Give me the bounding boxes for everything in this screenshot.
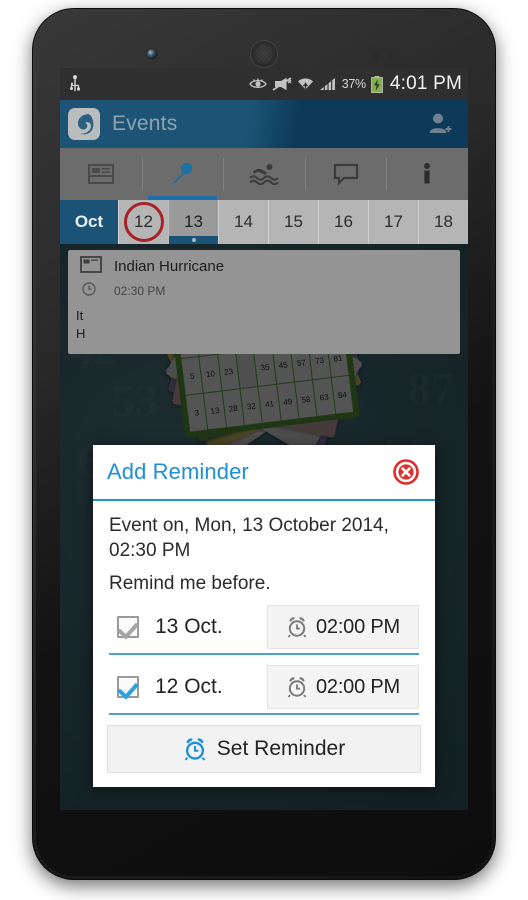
status-icons-group: 37% 4:01 PM xyxy=(248,73,462,95)
phone-screen: 37% 4:01 PM Events Oct 12 13 14 15 16 17… xyxy=(60,68,468,810)
reminder-row-12-oct: 12 Oct. 02:00 PM xyxy=(109,661,419,715)
usb-icon xyxy=(69,75,80,92)
alarm-clock-icon xyxy=(287,677,307,698)
date-cell-label: 15 xyxy=(284,212,303,231)
remind-before-label: Remind me before. xyxy=(109,573,271,594)
date-cell-14[interactable]: 14 xyxy=(218,200,268,244)
date-cell-label: 13 xyxy=(184,212,203,231)
date-strip-month: Oct xyxy=(74,212,104,231)
app-title: Events xyxy=(112,112,178,135)
event-datetime-text: Event on, Mon, 13 October 2014, 02:30 PM xyxy=(109,515,389,561)
date-cell-15[interactable]: 15 xyxy=(268,200,318,244)
date-cell-16[interactable]: 16 xyxy=(318,200,368,244)
alarm-clock-icon xyxy=(184,738,205,761)
proximity-sensor-icon xyxy=(372,53,379,60)
tab-chat[interactable] xyxy=(304,148,387,200)
app-bar: Events xyxy=(60,100,468,148)
tab-microphone[interactable] xyxy=(141,148,224,200)
reminder-time-label: 02:00 PM xyxy=(315,615,400,638)
reminder-date-label: 13 Oct. xyxy=(155,615,223,638)
reminder-time-button-13-oct[interactable]: 02:00 PM xyxy=(267,605,419,649)
date-cell-label: 18 xyxy=(434,212,453,231)
reminder-date-label: 12 Oct. xyxy=(155,675,223,698)
content-area: 43 42 53 62 63 77 76 87 86 4 11 27 xyxy=(60,244,468,810)
date-cell-12[interactable]: 12 xyxy=(118,200,168,244)
vibrate-muted-icon xyxy=(272,77,292,91)
dialog-title: Add Reminder xyxy=(107,459,249,484)
info-icon xyxy=(424,163,431,184)
set-reminder-label: Set Reminder xyxy=(216,737,346,760)
eye-icon xyxy=(248,78,267,89)
add-person-icon[interactable] xyxy=(420,104,460,144)
tab-bar xyxy=(60,148,468,200)
tab-swimming[interactable] xyxy=(223,148,305,200)
status-bar: 37% 4:01 PM xyxy=(60,68,468,100)
app-logo-swirl-icon xyxy=(68,108,100,140)
date-cell-17[interactable]: 17 xyxy=(368,200,418,244)
dialog-header: Add Reminder xyxy=(93,445,435,501)
close-circle-icon[interactable] xyxy=(391,457,421,487)
swimmer-icon xyxy=(249,164,279,186)
front-camera-icon xyxy=(147,49,157,59)
reminder-time-button-12-oct[interactable]: 02:00 PM xyxy=(267,665,419,709)
status-clock: 4:01 PM xyxy=(389,73,462,94)
tab-news[interactable] xyxy=(60,148,142,200)
set-reminder-button[interactable]: Set Reminder xyxy=(107,725,421,773)
alarm-clock-icon xyxy=(287,617,307,638)
dialog-body: Event on, Mon, 13 October 2014, 02:30 PM… xyxy=(93,501,435,715)
wifi-icon xyxy=(297,78,313,92)
microphone-icon xyxy=(172,162,193,185)
earpiece-speaker-icon xyxy=(250,40,278,68)
signal-bars-icon xyxy=(319,78,335,90)
date-strip: Oct 12 13 14 15 16 17 18 xyxy=(60,200,468,244)
add-reminder-dialog: Add Reminder Event on, Mon, 13 October 2… xyxy=(93,445,435,787)
date-cell-label: 14 xyxy=(234,212,253,231)
reminder-checkbox-12-oct[interactable] xyxy=(117,676,139,698)
battery-percent-label: 37% xyxy=(341,77,366,91)
selected-day-dot xyxy=(191,238,196,242)
tab-info[interactable] xyxy=(386,148,468,200)
reminder-row-13-oct: 13 Oct. 02:00 PM xyxy=(109,601,419,655)
reminder-checkbox-13-oct[interactable] xyxy=(117,616,139,638)
reminder-time-label: 02:00 PM xyxy=(315,675,400,698)
date-cell-13[interactable]: 13 xyxy=(168,200,218,244)
chat-bubble-icon xyxy=(333,163,358,186)
news-article-icon xyxy=(87,164,114,184)
light-sensor-icon xyxy=(388,53,394,59)
date-cell-label: 17 xyxy=(384,212,403,231)
battery-charging-icon xyxy=(370,75,383,93)
date-cell-label: 12 xyxy=(134,212,153,231)
date-cell-18[interactable]: 18 xyxy=(418,200,468,244)
date-cell-label: 16 xyxy=(334,212,353,231)
